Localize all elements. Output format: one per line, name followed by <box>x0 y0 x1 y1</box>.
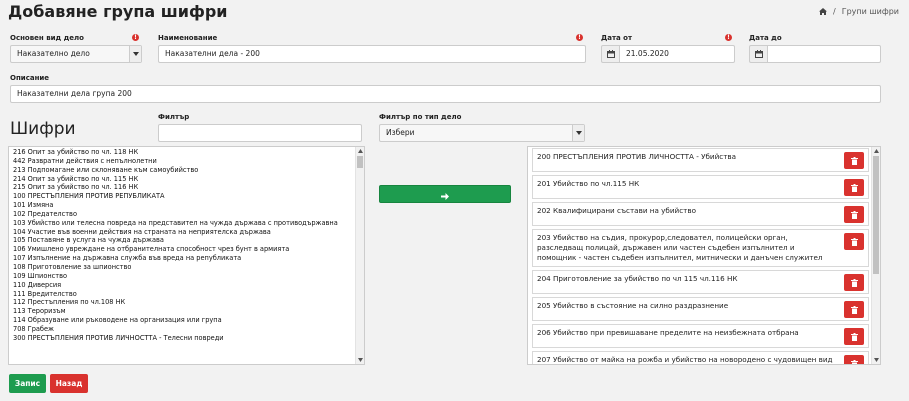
back-button[interactable]: Назад <box>50 374 88 393</box>
date-to-field[interactable] <box>749 45 881 63</box>
codes-scrollbar[interactable] <box>355 147 364 364</box>
list-item[interactable]: 216 Опит за убийство по чл. 118 НК <box>13 148 357 157</box>
trash-icon <box>850 305 858 314</box>
arrow-right-icon <box>441 185 449 204</box>
selected-item-label: 200 ПРЕСТЪПЛЕНИЯ ПРОТИВ ЛИЧНОСТТА - Убий… <box>537 152 737 161</box>
trash-icon <box>850 359 858 364</box>
selected-item-label: 201 Убийство по чл.115 НК <box>537 179 640 188</box>
delete-button[interactable] <box>844 274 864 291</box>
selected-item-label: 207 Убийство от майка на рожба и убийств… <box>537 355 833 364</box>
date-from-field[interactable]: 21.05.2020 <box>601 45 735 63</box>
scroll-up-icon[interactable] <box>356 147 364 155</box>
trash-icon <box>850 237 858 246</box>
delete-button[interactable] <box>844 328 864 345</box>
date-to-input[interactable] <box>767 45 881 63</box>
selected-item: 207 Убийство от майка на рожба и убийств… <box>532 351 869 364</box>
list-item[interactable]: 106 Умишлено увреждане на отбранителната… <box>13 245 357 254</box>
delete-button[interactable] <box>844 301 864 318</box>
filter-label: Филтър <box>158 113 190 121</box>
list-item[interactable]: 113 Тероризъм <box>13 307 357 316</box>
breadcrumb-separator: / <box>832 7 836 16</box>
breadcrumb-current[interactable]: Групи шифри <box>842 7 899 16</box>
delete-button[interactable] <box>844 179 864 196</box>
selected-item: 204 Приготовление за убийство по чл 115 … <box>532 270 869 294</box>
required-icon: ! <box>725 34 732 41</box>
list-item[interactable]: 708 Грабеж <box>13 325 357 334</box>
scroll-down-icon[interactable] <box>356 356 364 364</box>
list-item[interactable]: 107 Изпълнение на държавна служба във вр… <box>13 254 357 263</box>
calendar-icon[interactable] <box>749 45 767 63</box>
trash-icon <box>850 278 858 287</box>
save-button[interactable]: Запис <box>9 374 46 393</box>
selected-item: 203 Убийство на съдия, прокурор,следоват… <box>532 229 869 267</box>
scrollbar-thumb[interactable] <box>873 156 879 274</box>
list-item[interactable]: 108 Приготовление за шпионство <box>13 263 357 272</box>
scroll-down-icon[interactable] <box>872 356 880 364</box>
list-item[interactable]: 300 ПРЕСТЪПЛЕНИЯ ПРОТИВ ЛИЧНОСТТА - Теле… <box>13 334 357 343</box>
list-item[interactable]: 215 Опит за убийство по чл. 116 НК <box>13 183 357 192</box>
selected-item: 206 Убийство при превишаване пределите н… <box>532 324 869 348</box>
list-item[interactable]: 101 Измяна <box>13 201 357 210</box>
selected-scrollbar[interactable] <box>871 147 880 364</box>
date-to-label: Дата до <box>749 34 782 42</box>
trash-icon <box>850 332 858 341</box>
chevron-down-icon <box>129 46 141 62</box>
filter-input[interactable] <box>158 124 362 142</box>
date-from-label: Дата от <box>601 34 633 42</box>
home-icon[interactable] <box>818 8 827 15</box>
list-item[interactable]: 112 Престъпления по чл.108 НК <box>13 298 357 307</box>
selected-item: 200 ПРЕСТЪПЛЕНИЯ ПРОТИВ ЛИЧНОСТТА - Убий… <box>532 148 869 172</box>
list-item[interactable]: 103 Убийство или телесна повреда на пред… <box>13 219 357 228</box>
selected-item-label: 206 Убийство при превишаване пределите н… <box>537 328 799 337</box>
calendar-icon[interactable] <box>601 45 619 63</box>
selected-item-label: 205 Убийство в състояние на силно раздра… <box>537 301 729 310</box>
codes-title: Шифри <box>10 119 76 139</box>
scroll-up-icon[interactable] <box>872 147 880 155</box>
selected-item-label: 202 Квалифицирани състави на убийство <box>537 206 696 215</box>
delete-button[interactable] <box>844 355 864 364</box>
selected-item-label: 203 Убийство на съдия, прокурор,следоват… <box>537 233 823 262</box>
page-title: Добавяне група шифри <box>8 2 228 21</box>
codes-listbox[interactable]: 216 Опит за убийство по чл. 118 НК 442 Р… <box>8 146 365 365</box>
breadcrumb: / Групи шифри <box>818 7 899 16</box>
filter-type-select[interactable]: Избери <box>379 124 585 142</box>
selected-item: 202 Квалифицирани състави на убийство <box>532 202 869 226</box>
list-item[interactable]: 104 Участие във военни действия на стран… <box>13 228 357 237</box>
delete-button[interactable] <box>844 206 864 223</box>
selected-item: 205 Убийство в състояние на силно раздра… <box>532 297 869 321</box>
trash-icon <box>850 156 858 165</box>
filter-type-label: Филтър по тип дело <box>379 113 462 121</box>
list-item[interactable]: 114 Образуване или ръководене на организ… <box>13 316 357 325</box>
list-item[interactable]: 111 Вредителство <box>13 290 357 299</box>
list-item[interactable]: 102 Предателство <box>13 210 357 219</box>
list-item[interactable]: 213 Подпомагане или склоняване към самоу… <box>13 166 357 175</box>
name-input[interactable]: Наказателни дела - 200 <box>158 45 586 63</box>
add-selected-button[interactable] <box>379 185 511 203</box>
case-type-select[interactable]: Наказателно дело <box>10 45 142 63</box>
list-item[interactable]: 214 Опит за убийство по чл. 115 НК <box>13 175 357 184</box>
date-from-input[interactable]: 21.05.2020 <box>619 45 735 63</box>
trash-icon <box>850 183 858 192</box>
list-item[interactable]: 105 Поставяне в услуга на чужда държава <box>13 236 357 245</box>
required-icon: ! <box>576 34 583 41</box>
list-item[interactable]: 100 ПРЕСТЪПЛЕНИЯ ПРОТИВ РЕПУБЛИКАТА <box>13 192 357 201</box>
description-label: Описание <box>10 74 50 82</box>
selected-item-label: 204 Приготовление за убийство по чл 115 … <box>537 274 738 283</box>
case-type-value: Наказателно дело <box>17 49 90 58</box>
list-item[interactable]: 110 Диверсия <box>13 281 357 290</box>
selected-item: 201 Убийство по чл.115 НК <box>532 175 869 199</box>
description-input[interactable]: Наказателни дела група 200 <box>10 85 881 103</box>
scrollbar-thumb[interactable] <box>357 156 363 168</box>
selected-codes-panel[interactable]: 200 ПРЕСТЪПЛЕНИЯ ПРОТИВ ЛИЧНОСТТА - Убий… <box>527 146 881 365</box>
delete-button[interactable] <box>844 233 864 250</box>
trash-icon <box>850 210 858 219</box>
name-label: Наименование <box>158 34 218 42</box>
list-item[interactable]: 442 Развратни действия с непълнолетни <box>13 157 357 166</box>
required-icon: ! <box>132 34 139 41</box>
delete-button[interactable] <box>844 152 864 169</box>
case-type-label: Основен вид дело <box>10 34 84 42</box>
filter-type-value: Избери <box>386 128 415 137</box>
chevron-down-icon <box>572 125 584 141</box>
list-item[interactable]: 109 Шпионство <box>13 272 357 281</box>
